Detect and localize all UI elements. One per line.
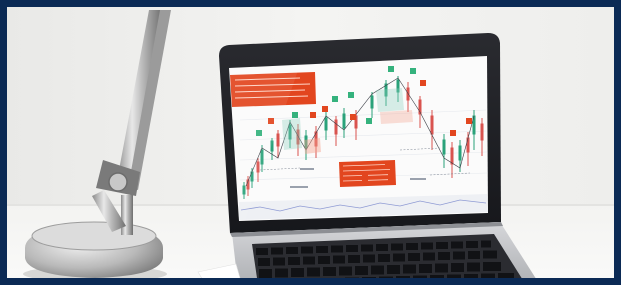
laptop (197, 33, 540, 285)
stock-photo-laptop-trading-chart (0, 0, 621, 285)
chart-annotation-box-bottom (339, 160, 396, 187)
